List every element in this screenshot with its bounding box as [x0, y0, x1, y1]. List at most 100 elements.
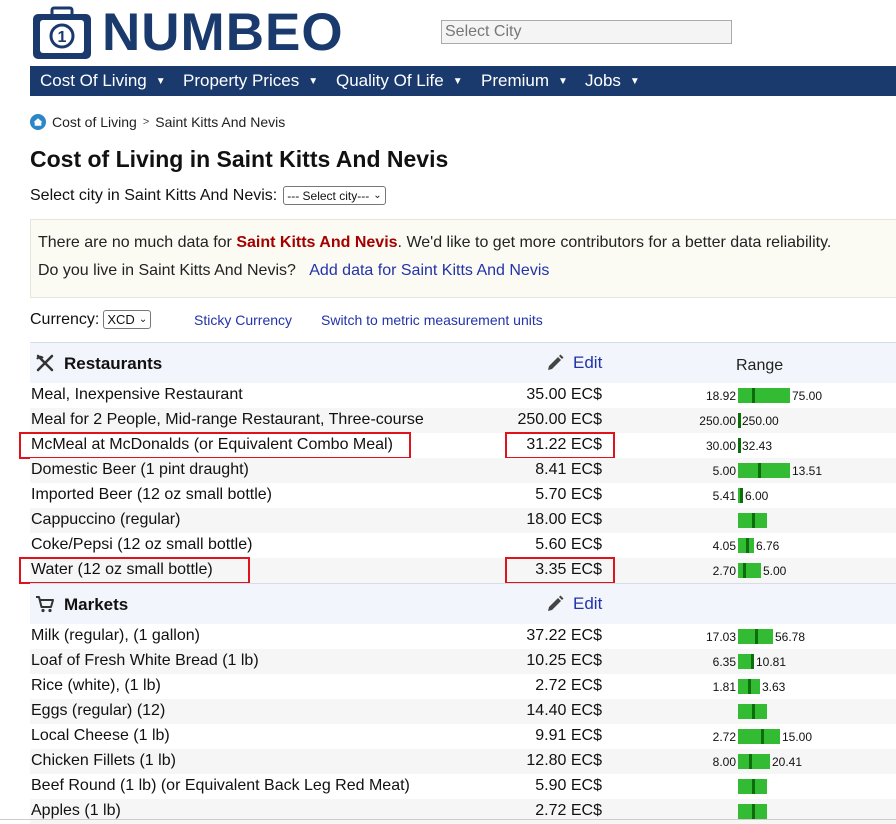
highlight-box-item — [19, 557, 250, 584]
caret-down-icon: ▼ — [629, 76, 640, 87]
range-max: 250.00 — [742, 414, 779, 428]
nav-cost-of-living[interactable]: Cost Of Living ▼ — [40, 66, 166, 96]
currency-row: Currency: XCD ⌄ — [30, 310, 152, 329]
category-header-restaurants: Restaurants Edit Range — [30, 342, 896, 383]
currency-dropdown[interactable]: XCD ⌄ — [103, 310, 152, 329]
range-min: 4.05 — [712, 539, 736, 553]
price-row-highlighted: Water (12 oz small bottle) 3.35 EC$ 2.70 5.… — [19, 557, 896, 584]
range-max: 3.63 — [762, 680, 786, 694]
edit-button[interactable]: Edit — [545, 594, 602, 614]
range-max: 20.41 — [772, 755, 803, 769]
select-city-value: --- Select city--- — [287, 188, 370, 203]
range-column-header: Range — [736, 357, 784, 374]
home-icon[interactable] — [30, 114, 46, 130]
price-row: Imported Beer (12 oz small bottle) 5.70 E… — [30, 483, 896, 508]
pencil-icon — [548, 354, 564, 370]
breadcrumb-current[interactable]: Saint Kitts And Nevis — [155, 114, 285, 130]
price-row: Coke/Pepsi (12 oz small bottle) 5.60 EC$ 4… — [30, 533, 896, 558]
range-bar — [738, 629, 773, 644]
item-price: 14.40 EC$ — [526, 702, 602, 719]
range-bar — [738, 679, 760, 694]
data-notice-box — [30, 219, 896, 298]
item-price: 12.80 EC$ — [526, 752, 602, 769]
caret-down-icon: ▼ — [452, 76, 463, 87]
price-row: Milk (regular), (1 gallon) 37.22 EC$ 17.03… — [30, 624, 896, 649]
nav-label: Quality Of Life — [336, 71, 444, 90]
range-min: 18.92 — [705, 389, 736, 403]
item-price: 9.91 EC$ — [535, 727, 602, 744]
range-min: 5.00 — [712, 464, 736, 478]
range-min: 6.35 — [712, 655, 736, 669]
bottom-divider — [0, 819, 896, 820]
caret-down-icon: ▼ — [308, 76, 319, 87]
price-row: Rice (white), (1 lb) 2.72 EC$ 1.81 3.63 — [30, 674, 896, 699]
category-name: Markets — [64, 595, 129, 614]
item-price: 10.25 EC$ — [526, 652, 602, 669]
range-max: 13.51 — [792, 464, 823, 478]
range-bar — [738, 654, 754, 669]
select-city-dropdown[interactable]: --- Select city--- ⌄ — [283, 186, 386, 205]
sticky-currency-link[interactable]: Sticky Currency — [194, 312, 292, 328]
notice-country: Saint Kitts And Nevis — [236, 234, 398, 251]
nav-premium[interactable]: Premium ▼ — [481, 66, 568, 96]
notice-line-1: There are no much data for Saint Kitts A… — [38, 234, 831, 252]
nav-property-prices[interactable]: Property Prices ▼ — [183, 66, 318, 96]
range-bar — [738, 754, 770, 769]
numbeo-logo-text[interactable]: NUMBEO — [102, 4, 344, 62]
range-max: 5.00 — [763, 564, 787, 578]
nav-jobs[interactable]: Jobs ▼ — [585, 66, 640, 96]
price-row: Domestic Beer (1 pint draught) 8.41 EC$ 5.… — [30, 458, 896, 483]
range-bar-marker — [740, 488, 743, 503]
range-bar-marker — [738, 413, 741, 428]
item-name: Chicken Fillets (1 lb) — [31, 752, 176, 769]
item-price: 2.72 EC$ — [535, 677, 602, 694]
add-data-link[interactable]: Add data for Saint Kitts And Nevis — [309, 262, 549, 279]
item-name: Meal, Inexpensive Restaurant — [31, 386, 243, 403]
item-price: 37.22 EC$ — [526, 627, 602, 644]
range-min: 250.00 — [699, 414, 736, 428]
range-min: 17.03 — [705, 630, 736, 644]
notice-question: Do you live in Saint Kitts And Nevis? — [38, 262, 296, 279]
numbeo-logo-icon: 1 — [33, 6, 91, 59]
item-price: 250.00 EC$ — [517, 411, 602, 428]
price-row: Chicken Fillets (1 lb) 12.80 EC$ 8.00 20.41 — [30, 749, 896, 774]
chevron-down-icon: ⌄ — [138, 314, 148, 325]
notice-text: . We'd like to get more contributors for… — [397, 234, 832, 251]
item-price: 18.00 EC$ — [526, 511, 602, 528]
range-bar-marker — [738, 438, 741, 453]
item-name: Beef Round (1 lb) (or Equivalent Back Le… — [31, 777, 410, 794]
currency-value: XCD — [107, 312, 135, 327]
range-max: 15.00 — [782, 730, 813, 744]
shopping-cart-icon — [36, 596, 54, 613]
price-row: Cappuccino (regular) 18.00 EC$ — [30, 508, 896, 533]
range-bar-marker — [752, 779, 755, 794]
item-price: 5.70 EC$ — [535, 486, 602, 503]
nav-label: Cost Of Living — [40, 71, 147, 90]
range-bar — [738, 463, 790, 478]
range-bar — [738, 563, 761, 578]
breadcrumb-root-link[interactable]: Cost of Living — [52, 114, 137, 130]
range-bar — [738, 438, 741, 453]
price-row-highlighted: McMeal at McDonalds (or Equivalent Combo… — [19, 432, 896, 459]
range-min: 1.81 — [712, 680, 736, 694]
range-bar-marker — [751, 654, 754, 669]
price-row: Apples (1 lb) 2.72 EC$ — [30, 799, 896, 824]
category-name: Restaurants — [64, 354, 163, 373]
svg-text:1: 1 — [58, 29, 67, 46]
main-nav: Cost Of Living ▼ Property Prices ▼ Quality… — [30, 66, 896, 96]
item-name: Domestic Beer (1 pint draught) — [31, 461, 249, 478]
nav-quality-of-life[interactable]: Quality Of Life ▼ — [336, 66, 463, 96]
edit-label: Edit — [573, 594, 603, 613]
metric-units-link[interactable]: Switch to metric measurement units — [321, 312, 543, 328]
range-min: 2.70 — [712, 564, 736, 578]
range-bar — [738, 704, 767, 719]
city-search-input[interactable] — [441, 20, 732, 44]
range-bar-marker — [752, 513, 755, 528]
caret-down-icon: ▼ — [155, 76, 166, 87]
range-bar-marker — [752, 704, 755, 719]
edit-button[interactable]: Edit — [545, 353, 602, 373]
caret-down-icon: ▼ — [558, 76, 568, 87]
item-name: Loaf of Fresh White Bread (1 lb) — [31, 652, 259, 669]
breadcrumb: Cost of Living > Saint Kitts And Nevis — [30, 112, 285, 132]
range-bar — [738, 388, 790, 403]
